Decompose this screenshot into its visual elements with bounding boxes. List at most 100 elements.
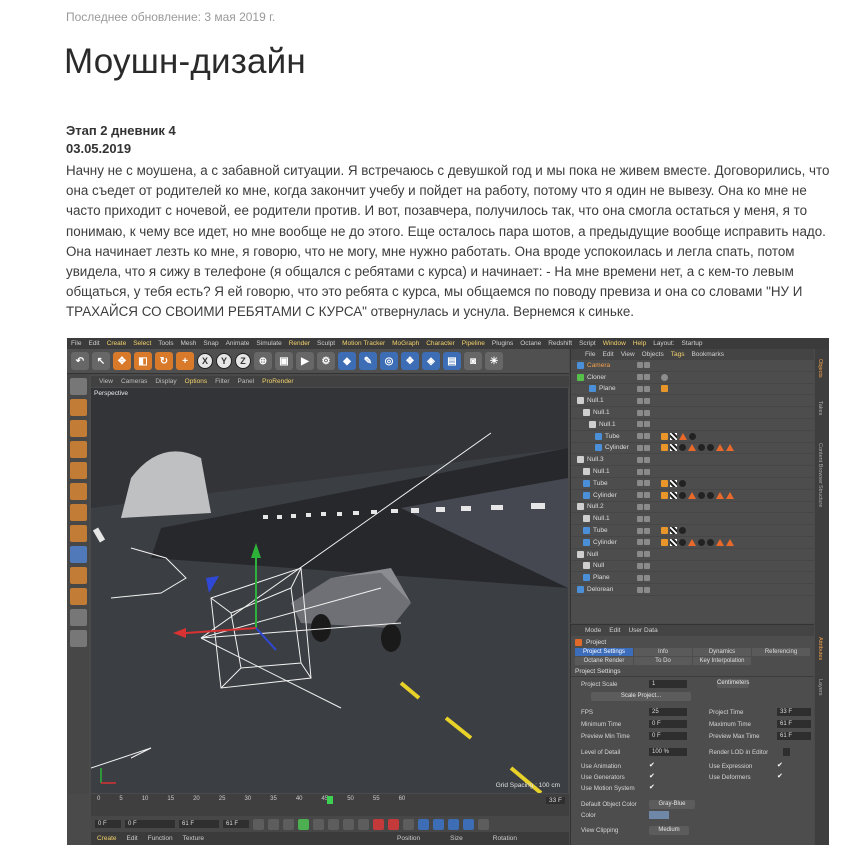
use-generators-checkbox[interactable]: ✔ [649,772,655,780]
visibility-flags[interactable] [637,385,650,392]
material-menu-item[interactable]: Create [97,835,117,842]
sculpt-icon[interactable] [69,630,87,647]
y-axis-icon[interactable]: Y [216,353,232,369]
viewport-menu-item[interactable]: Options [185,378,207,385]
object-row[interactable]: Null.1 [571,466,814,478]
render-visibility-icon[interactable] [644,433,650,440]
menu-item[interactable]: Character [426,340,455,347]
rotate-icon[interactable]: ↻ [155,352,173,370]
editor-visibility-icon[interactable] [637,551,643,558]
menu-item[interactable]: Sculpt [317,340,335,347]
object-row[interactable]: Camera [571,360,814,372]
editor-visibility-icon[interactable] [637,492,643,499]
autokey-icon[interactable] [388,818,399,830]
polygons-mode-icon[interactable] [69,504,87,521]
side-tab[interactable]: Structure [817,485,823,507]
visibility-flags[interactable] [637,456,650,463]
model-mode-icon[interactable] [69,399,87,416]
fps-field[interactable]: 25 [649,708,687,716]
tag-material-icon[interactable] [698,538,705,546]
object-row[interactable]: Null.1 [571,419,814,431]
project-scale-unit[interactable]: Centimeters [717,679,749,688]
tag-material-icon[interactable] [661,527,668,535]
object-manager-menu-item[interactable]: View [621,351,635,358]
render-visibility-icon[interactable] [644,468,650,475]
pointer-icon[interactable]: ↖ [92,352,110,370]
editor-visibility-icon[interactable] [637,468,643,475]
timeline[interactable]: 0 5 10 15 20 25 30 35 40 45 50 55 60 33 F [91,794,569,816]
visibility-flags[interactable] [637,586,650,593]
play-icon[interactable] [298,818,309,830]
tag-triangle-icon[interactable] [716,444,724,452]
editor-visibility-icon[interactable] [637,562,643,569]
attribute-menu-item[interactable]: Mode [585,627,601,634]
tag-triangle-icon[interactable] [726,491,734,499]
visibility-flags[interactable] [637,409,650,416]
tag-material-icon[interactable] [661,538,668,546]
tag-material-icon[interactable] [661,479,668,487]
end-frame-field[interactable]: 61 F [223,820,249,828]
visibility-flags[interactable] [637,433,650,440]
visibility-flags[interactable] [637,574,650,581]
menu-item[interactable]: MoGraph [392,340,419,347]
menu-item[interactable]: Redshift [548,340,572,347]
tag-checker-icon[interactable] [670,432,677,440]
editor-visibility-icon[interactable] [637,433,643,440]
viewport-menu-item[interactable]: View [99,378,113,385]
object-row[interactable]: Null.1 [571,407,814,419]
side-tab[interactable]: Takes [817,401,823,415]
default-color-dropdown[interactable]: Gray-Blue [649,800,695,809]
visibility-flags[interactable] [637,397,650,404]
camera-icon[interactable]: ◙ [464,352,482,370]
attribute-tab[interactable]: Dynamics [693,648,751,656]
editor-visibility-icon[interactable] [637,515,643,522]
tag-triangle-icon[interactable] [679,432,687,440]
scale-icon[interactable]: ◧ [134,352,152,370]
render-visibility-icon[interactable] [644,503,650,510]
render-visibility-icon[interactable] [644,456,650,463]
edges-mode-icon[interactable] [69,483,87,500]
array-icon[interactable]: ❖ [401,352,419,370]
color-swatch[interactable] [649,811,669,819]
min-frame-field[interactable]: 0 F [125,820,175,828]
object-row[interactable]: Tube [571,478,814,490]
visibility-flags[interactable] [637,515,650,522]
render-visibility-icon[interactable] [644,539,650,546]
menu-item[interactable]: File [71,340,81,347]
maximum-time-field[interactable]: 61 F [777,720,811,728]
scale-project-button[interactable]: Scale Project... [591,692,691,701]
render-visibility-icon[interactable] [644,492,650,499]
tag-material-icon[interactable] [707,444,714,452]
object-manager-menu-item[interactable]: Bookmarks [691,351,724,358]
tag-material-icon[interactable] [698,444,705,452]
next-frame-icon[interactable] [313,818,324,830]
editor-visibility-icon[interactable] [637,539,643,546]
object-row[interactable]: Cloner [571,372,814,384]
visibility-flags[interactable] [637,562,650,569]
editor-visibility-icon[interactable] [637,456,643,463]
render-visibility-icon[interactable] [644,444,650,451]
menu-item[interactable]: Help [633,340,646,347]
object-row[interactable]: Null.1 [571,395,814,408]
side-tab[interactable]: Content Browser [817,443,823,484]
move-icon[interactable]: ✥ [113,352,131,370]
go-to-start-icon[interactable] [253,818,264,830]
points-mode-icon[interactable] [69,462,87,479]
x-axis-icon[interactable]: X [197,353,213,369]
editor-visibility-icon[interactable] [637,586,643,593]
preview-min-field[interactable]: 0 F [649,732,687,740]
material-menu-item[interactable]: Function [148,835,173,842]
render-visibility-icon[interactable] [644,574,650,581]
editor-visibility-icon[interactable] [637,480,643,487]
material-menu-item[interactable]: Edit [127,835,138,842]
loop-icon[interactable] [358,818,369,830]
object-row[interactable]: Tube [571,431,814,443]
object-row[interactable]: Plane [571,384,814,396]
editor-visibility-icon[interactable] [637,574,643,581]
attribute-tab[interactable]: Project Settings [575,648,633,656]
viewport-menu-item[interactable]: Filter [215,378,229,385]
render-visibility-icon[interactable] [644,551,650,558]
visibility-flags[interactable] [637,362,650,369]
render-lod-checkbox[interactable] [783,748,790,756]
use-animation-checkbox[interactable]: ✔ [649,761,655,769]
